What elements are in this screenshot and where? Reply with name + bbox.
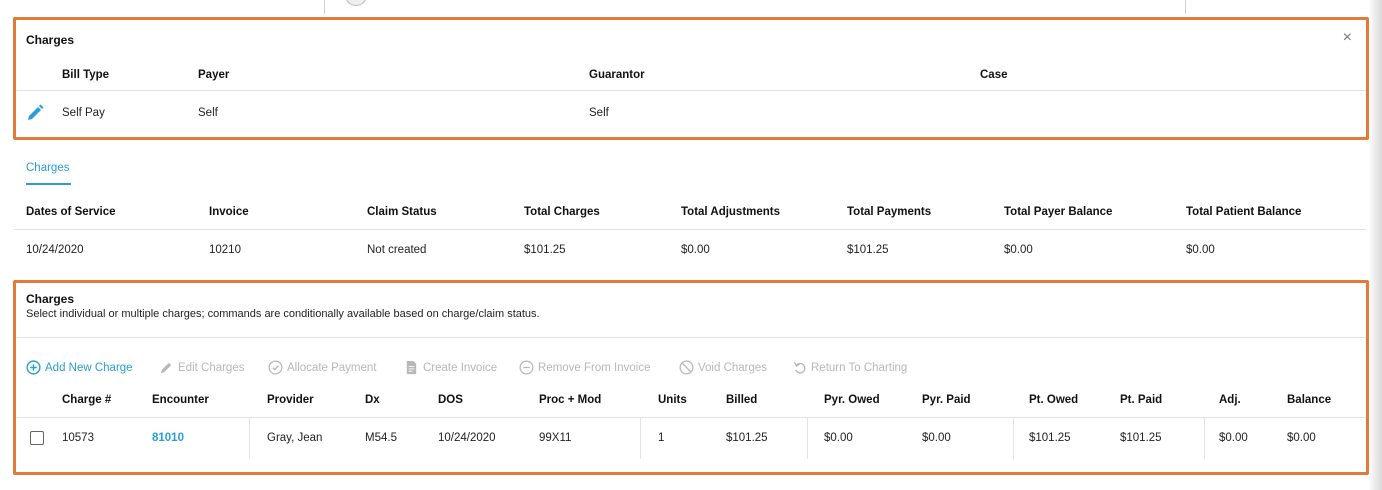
divider [16,417,1366,418]
undo-icon [793,362,806,374]
col-claim-status: Claim Status [367,206,437,218]
col-balance: Balance [1287,394,1332,406]
create-invoice-button[interactable]: Create Invoice [404,360,497,375]
billing-panel: Charges × Bill Type Payer Guarantor Case… [13,17,1369,140]
avatar [345,0,367,6]
col-pyr-paid: Pyr. Paid [922,394,971,406]
close-icon[interactable]: × [1343,29,1352,47]
return-to-charting-button[interactable]: Return To Charting [792,360,907,375]
col-payer: Payer [198,69,230,81]
create-invoice-label: Create Invoice [423,361,498,374]
proc-mod-value: 99X11 [539,432,572,444]
pyr-paid-value: $0.00 [922,432,951,444]
column-separator [249,418,250,459]
pt-owed-value: $101.25 [1029,432,1071,444]
total-payments-value: $101.25 [847,244,889,256]
col-pyr-owed: Pyr. Owed [824,394,880,406]
col-encounter: Encounter [152,394,209,406]
void-charges-label: Void Charges [698,361,768,374]
edit-pencil-icon[interactable] [25,103,45,123]
col-provider: Provider [267,394,314,406]
invoice-value: 10210 [209,244,241,256]
scrollbar-shadow [1368,0,1382,490]
document-icon [406,360,417,375]
pt-paid-value: $101.25 [1120,432,1162,444]
units-value: 1 [658,432,665,444]
charges-panel: Charges Select individual or multiple ch… [13,280,1369,475]
col-pt-owed: Pt. Owed [1029,394,1079,406]
column-separator [1013,418,1014,459]
col-dates-of-service: Dates of Service [26,206,116,218]
divider [16,90,1366,91]
dx-value: M54.5 [365,432,397,444]
row-select-checkbox[interactable] [30,431,44,445]
edit-charges-label: Edit Charges [178,361,245,374]
add-new-charge-button[interactable]: Add New Charge [26,360,133,375]
col-guarantor: Guarantor [589,69,645,81]
col-charge-num: Charge # [62,394,112,406]
tab-active-indicator [26,183,71,185]
billing-title: Charges [26,33,75,47]
charges-title: Charges [26,292,75,306]
charge-num-value: 10573 [62,432,94,444]
void-charges-button[interactable]: Void Charges [679,360,767,375]
tab-charges[interactable]: Charges [26,162,69,174]
divider [324,0,325,14]
pyr-owed-value: $0.00 [824,432,853,444]
dates-of-service-value: 10/24/2020 [26,244,84,256]
total-patient-balance-value: $0.00 [1186,244,1215,256]
col-total-payments: Total Payments [847,206,932,218]
col-total-patient-balance: Total Patient Balance [1186,206,1302,218]
col-case: Case [980,69,1008,81]
col-adj: Adj. [1219,394,1241,406]
divider [16,337,1366,338]
guarantor-value: Self [589,107,609,119]
add-new-charge-label: Add New Charge [45,361,133,374]
billed-value: $101.25 [726,432,768,444]
col-dos: DOS [438,394,463,406]
remove-from-invoice-button[interactable]: Remove From Invoice [519,360,650,375]
divider [14,229,1366,230]
charges-description: Select individual or multiple charges; c… [26,308,540,320]
minus-circle-icon [519,360,534,375]
remove-from-invoice-label: Remove From Invoice [538,361,651,374]
check-circle-icon [268,360,283,375]
col-units: Units [658,394,687,406]
col-billed: Billed [726,394,758,406]
allocate-payment-button[interactable]: Allocate Payment [268,360,377,375]
total-adjustments-value: $0.00 [681,244,710,256]
col-proc-mod: Proc + Mod [539,394,602,406]
col-dx: Dx [365,394,380,406]
payer-value: Self [198,107,218,119]
col-total-adjustments: Total Adjustments [681,206,781,218]
column-separator [1204,418,1205,459]
pencil-icon [160,362,172,374]
col-bill-type: Bill Type [62,69,110,81]
total-payer-balance-value: $0.00 [1004,244,1033,256]
encounter-link[interactable]: 81010 [152,432,184,444]
dos-value: 10/24/2020 [438,432,496,444]
adj-value: $0.00 [1219,432,1248,444]
divider [1185,0,1186,14]
balance-value: $0.00 [1287,432,1316,444]
claim-status-value: Not created [367,244,427,256]
ban-icon [679,360,694,375]
bill-type-value: Self Pay [62,107,105,119]
col-pt-paid: Pt. Paid [1120,394,1163,406]
allocate-payment-label: Allocate Payment [287,361,377,374]
top-strip [0,0,1382,14]
total-charges-value: $101.25 [524,244,566,256]
column-separator [807,418,808,459]
plus-circle-icon [26,360,41,375]
col-total-payer-balance: Total Payer Balance [1004,206,1113,218]
col-invoice: Invoice [209,206,249,218]
edit-charges-button[interactable]: Edit Charges [159,360,244,375]
provider-value: Gray, Jean [267,432,323,444]
column-separator [640,418,641,459]
return-to-charting-label: Return To Charting [811,361,908,374]
col-total-charges: Total Charges [524,206,600,218]
